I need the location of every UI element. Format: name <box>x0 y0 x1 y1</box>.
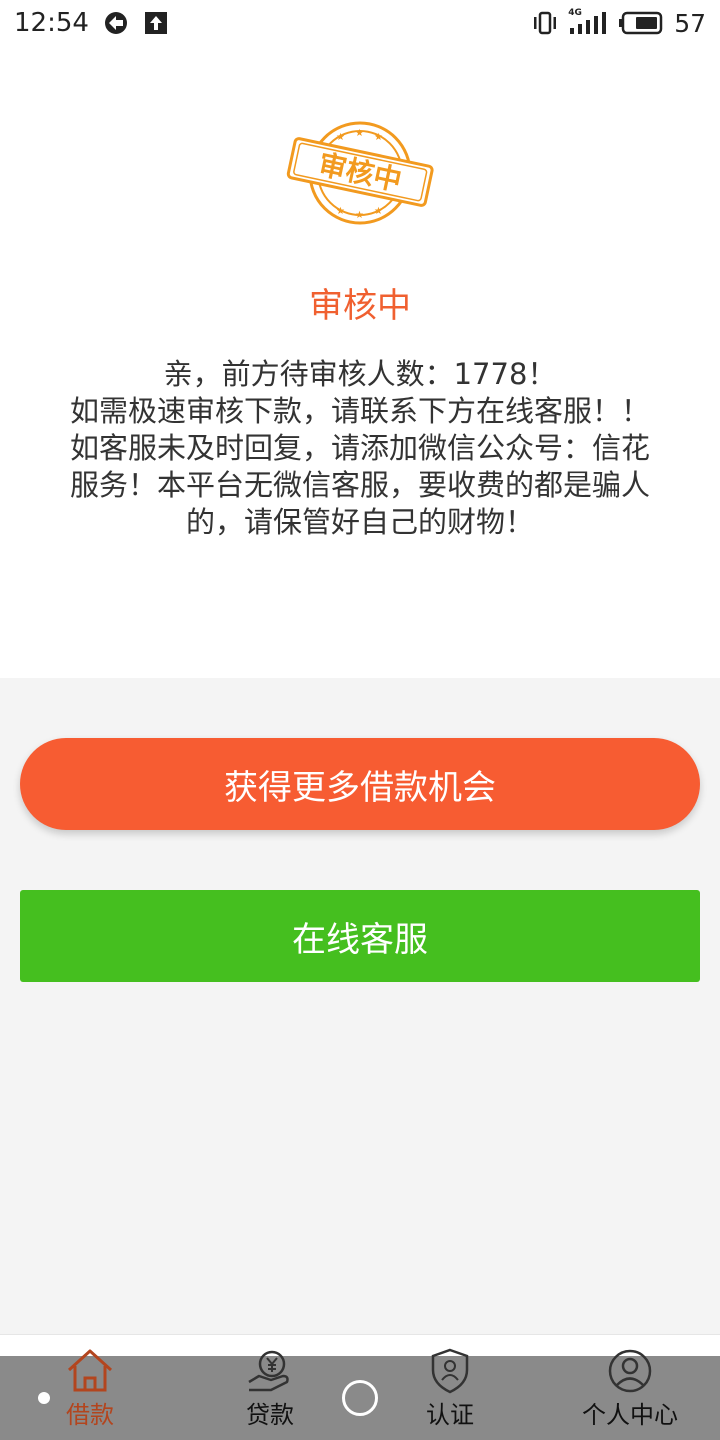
online-service-button[interactable]: 在线客服 <box>20 890 700 982</box>
battery-level: 57 <box>674 8 706 38</box>
svg-text:★: ★ <box>336 206 345 217</box>
user-icon <box>608 1349 652 1393</box>
signal-icon: 4G <box>568 8 608 36</box>
nav-label-borrow: 借款 <box>66 1401 114 1429</box>
status-right: 4G 57 <box>532 8 706 38</box>
nav-item-borrow[interactable]: 借款 <box>0 1349 180 1440</box>
message-line: 如客服未及时回复，请添加微信公众号：信花 <box>69 431 650 465</box>
shield-check-icon <box>431 1348 469 1394</box>
more-loan-button[interactable]: 获得更多借款机会 <box>20 738 700 830</box>
status-left: 12:54 <box>14 8 169 38</box>
yen-hand-icon <box>248 1350 289 1392</box>
nav-label-loan: 贷款 <box>246 1401 294 1429</box>
svg-text:★: ★ <box>374 132 383 143</box>
status-time: 12:54 <box>14 8 89 38</box>
status-title: 审核中 <box>309 286 411 326</box>
network-type: 4G <box>568 8 582 18</box>
message-line: 如需极速审核下款，请联系下方在线客服！！ <box>69 394 650 428</box>
vibrate-icon <box>532 10 558 36</box>
nav-indicator-dot <box>38 1392 50 1404</box>
nav-item-loan[interactable]: 贷款 <box>180 1350 360 1440</box>
message-line: 服务！本平台无微信客服，要收费的都是骗人 <box>69 468 650 502</box>
message-line: 亲，前方待审核人数：1778！ <box>163 357 557 391</box>
upload-icon <box>143 10 169 36</box>
review-message: 亲，前方待审核人数：1778！ 如需极速审核下款，请联系下方在线客服！！ 如客服… <box>34 356 686 541</box>
system-home-button[interactable] <box>342 1380 378 1416</box>
message-line: 的，请保管好自己的财物！ <box>185 505 534 539</box>
svg-text:★: ★ <box>336 132 345 143</box>
nav-item-profile[interactable]: 个人中心 <box>540 1349 720 1440</box>
sync-icon <box>103 10 129 36</box>
nav-label-profile: 个人中心 <box>582 1401 678 1429</box>
battery-icon <box>618 10 664 36</box>
nav-label-verify: 认证 <box>426 1401 474 1429</box>
review-card: ★ ★ ★ ★ ★ ★ 审核中 审核中 亲，前方待审核人数：1778！ 如需极速审核下款… <box>0 46 720 678</box>
svg-text:★: ★ <box>355 128 364 139</box>
svg-text:★: ★ <box>355 210 364 221</box>
home-icon <box>67 1349 113 1392</box>
review-stamp: ★ ★ ★ ★ ★ ★ 审核中 <box>286 118 434 228</box>
nav-item-verify[interactable]: 认证 <box>360 1348 540 1440</box>
svg-text:★: ★ <box>374 206 383 217</box>
status-bar: 12:54 4G 57 <box>0 0 720 46</box>
